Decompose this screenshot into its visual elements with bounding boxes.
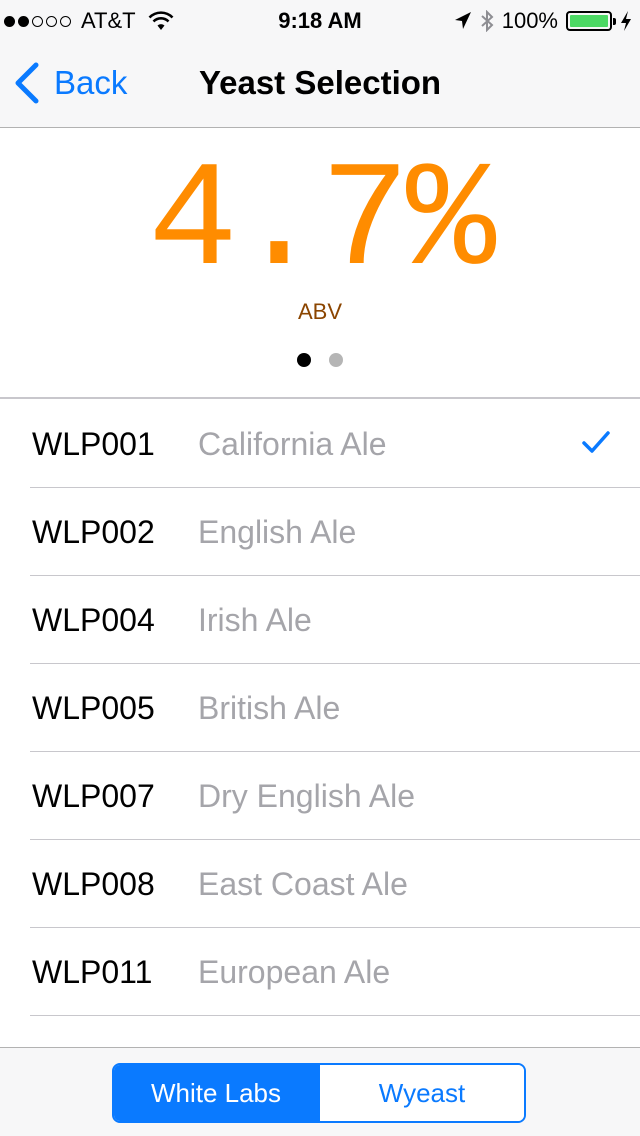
- yeast-list[interactable]: WLP001 California Ale WLP002 English Ale…: [0, 400, 640, 1047]
- yeast-name: English Ale: [198, 513, 357, 550]
- checkmark-icon: [582, 431, 610, 453]
- battery-icon: [566, 11, 616, 31]
- status-right: 100%: [454, 8, 632, 34]
- segment-wyeast[interactable]: Wyeast: [318, 1065, 524, 1121]
- status-bar: AT&T 9:18 AM 100%: [0, 0, 640, 40]
- list-item[interactable]: WLP005 British Ale: [0, 664, 640, 752]
- navigation-bar: Back Yeast Selection: [0, 40, 640, 128]
- yeast-code: WLP004: [32, 601, 155, 638]
- page-title: Yeast Selection: [198, 64, 442, 101]
- yeast-code: WLP011: [32, 953, 153, 990]
- list-item[interactable]: WLP004 Irish Ale: [0, 576, 640, 664]
- page-dot[interactable]: [329, 353, 343, 367]
- bottom-toolbar: White Labs Wyeast: [0, 1047, 640, 1136]
- page-control[interactable]: [0, 353, 640, 367]
- battery-level: [570, 15, 608, 27]
- yeast-name: Dry English Ale: [198, 777, 415, 814]
- location-arrow-icon: [454, 12, 471, 29]
- segment-white-labs[interactable]: White Labs: [114, 1065, 318, 1121]
- yeast-code: WLP007: [32, 777, 155, 814]
- yeast-code: WLP008: [32, 865, 155, 902]
- battery-nub: [613, 18, 616, 25]
- bluetooth-icon: [481, 10, 494, 32]
- list-item[interactable]: WLP008 East Coast Ale: [0, 840, 640, 928]
- list-item[interactable]: WLP007 Dry English Ale: [0, 752, 640, 840]
- page-dot-active[interactable]: [297, 353, 311, 367]
- abv-label: ABV: [297, 299, 343, 324]
- supplier-segmented-control[interactable]: White Labs Wyeast: [112, 1063, 526, 1123]
- abv-value: 4.7%: [147, 139, 496, 309]
- yeast-code: WLP005: [32, 689, 155, 726]
- yeast-code: WLP001: [32, 425, 155, 462]
- abv-summary[interactable]: 4.7% ABV: [0, 129, 640, 399]
- battery-percent: 100%: [501, 8, 558, 33]
- yeast-name: California Ale: [198, 425, 387, 462]
- yeast-name: European Ale: [198, 953, 391, 990]
- yeast-code: WLP002: [32, 513, 155, 550]
- list-item[interactable]: WLP011 European Ale: [0, 928, 640, 1016]
- list-item[interactable]: WLP002 English Ale: [0, 488, 640, 576]
- list-item[interactable]: WLP001 California Ale: [0, 400, 640, 488]
- yeast-name: British Ale: [198, 689, 341, 726]
- yeast-name: Irish Ale: [198, 601, 312, 638]
- charging-bolt-icon: [621, 11, 631, 31]
- yeast-name: East Coast Ale: [198, 865, 408, 902]
